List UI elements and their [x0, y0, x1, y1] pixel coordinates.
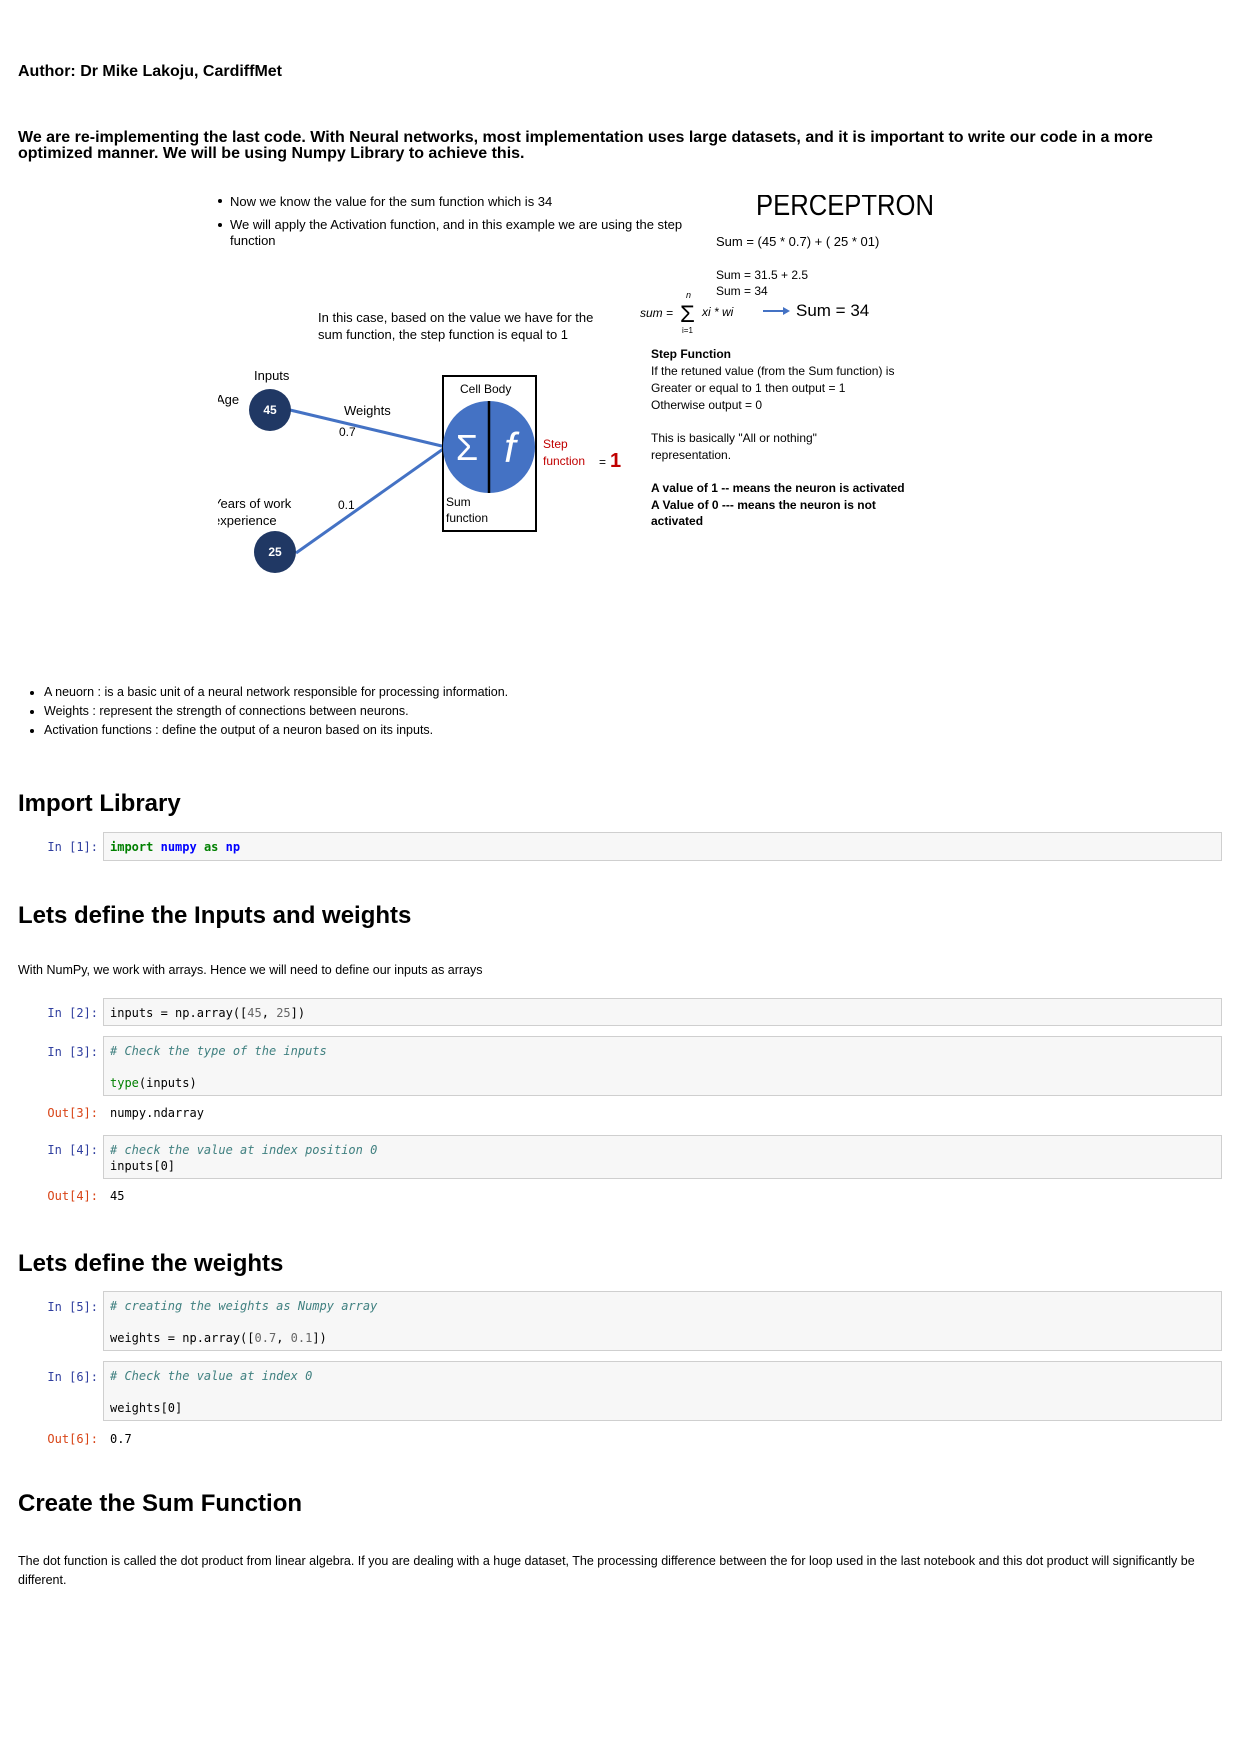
step-label-2: function	[543, 454, 585, 468]
definitions-list: A neuorn : is a basic unit of a neural n…	[18, 683, 508, 740]
heading-weights: Lets define the weights	[18, 1250, 284, 1277]
intro-paragraph: We are re-implementing the last code. Wi…	[18, 129, 1153, 162]
code-editor[interactable]: import numpy as np	[103, 832, 1222, 861]
figure-bullet-2a: We will apply the Activation function, a…	[230, 217, 682, 232]
sum-function-label-2: function	[446, 511, 488, 525]
value-1-line: A value of 1 -- means the neuron is acti…	[651, 481, 905, 495]
output-prompt: Out[6]:	[47, 1432, 98, 1446]
sum-line-2: Sum = 31.5 + 2.5	[716, 268, 808, 282]
years-label-1: Years of work	[218, 496, 292, 511]
cell-output: 45	[110, 1189, 125, 1203]
formula-top: n	[686, 290, 691, 300]
formula-sigma: Σ	[680, 301, 695, 328]
weights-label: Weights	[344, 403, 391, 418]
heading-import-library: Import Library	[18, 790, 181, 817]
weight-2: 0.1	[338, 498, 355, 512]
basic-line-1: This is basically "All or nothing"	[651, 431, 817, 445]
basic-line-2: representation.	[651, 448, 731, 462]
formula-terms: xi * wi	[701, 305, 734, 319]
list-item: A neuorn : is a basic unit of a neural n…	[44, 683, 508, 702]
value-0-line: A Value of 0 --- means the neuron is not	[651, 498, 876, 512]
sum-function-label-1: Sum	[446, 495, 471, 509]
connection-line-years	[295, 445, 447, 555]
step-function-title: Step Function	[651, 347, 731, 361]
age-label: Age	[218, 392, 239, 407]
input-prompt: In [5]:	[47, 1300, 98, 1314]
input-node-age-value: 45	[263, 403, 277, 417]
figure-bullet-2b: function	[230, 233, 276, 248]
input-prompt: In [6]:	[47, 1370, 98, 1384]
figure-bullet-dot	[218, 223, 222, 227]
sigma-icon: Σ	[456, 427, 478, 468]
input-node-years-value: 25	[268, 545, 282, 559]
heading-inputs-weights: Lets define the Inputs and weights	[18, 902, 412, 929]
cell-body-label: Cell Body	[460, 382, 511, 396]
sum-result: Sum = 34	[796, 301, 869, 320]
input-prompt: In [4]:	[47, 1143, 98, 1157]
dot-product-paragraph: The dot function is called the dot produ…	[18, 1554, 1195, 1587]
step-label-1: Step	[543, 437, 568, 451]
input-prompt: In [3]:	[47, 1045, 98, 1059]
step-line-3: Otherwise output = 0	[651, 398, 762, 412]
sum-line-3: Sum = 34	[716, 284, 768, 298]
step-line-1: If the retuned value (from the Sum funct…	[651, 364, 894, 378]
step-equals: =	[599, 455, 606, 469]
code-editor[interactable]: # check the value at index position 0 in…	[103, 1135, 1222, 1179]
cell-output: numpy.ndarray	[110, 1106, 204, 1120]
step-line-2: Greater or equal to 1 then output = 1	[651, 381, 846, 395]
inputs-label: Inputs	[254, 368, 290, 383]
case-line-2: sum function, the step function is equal…	[318, 327, 568, 342]
code-editor[interactable]: inputs = np.array([45, 25])	[103, 998, 1222, 1026]
numpy-paragraph: With NumPy, we work with arrays. Hence w…	[18, 963, 483, 977]
years-label-2: experience	[218, 513, 277, 528]
code-editor[interactable]: # creating the weights as Numpy array we…	[103, 1291, 1222, 1351]
input-prompt: In [2]:	[47, 1006, 98, 1020]
list-item: Activation functions : define the output…	[44, 721, 508, 740]
step-output-value: 1	[610, 450, 621, 472]
code-editor[interactable]: # Check the type of the inputs type(inpu…	[103, 1036, 1222, 1096]
heading-sum-function: Create the Sum Function	[18, 1490, 303, 1517]
author-line: Author: Dr Mike Lakoju, CardiffMet	[18, 63, 283, 80]
value-0-line-2: activated	[651, 514, 703, 528]
list-item: Weights : represent the strength of conn…	[44, 702, 508, 721]
case-line-1: In this case, based on the value we have…	[318, 310, 593, 325]
code-editor[interactable]: # Check the value at index 0 weights[0]	[103, 1361, 1222, 1421]
output-prompt: Out[3]:	[47, 1106, 98, 1120]
perceptron-figure: Now we know the value for the sum functi…	[218, 195, 934, 573]
input-prompt: In [1]:	[47, 840, 98, 854]
perceptron-title: PERCEPTRON	[756, 195, 934, 222]
figure-bullet-1: Now we know the value for the sum functi…	[230, 195, 552, 209]
formula-lhs: sum =	[640, 306, 673, 320]
formula-bottom: i=1	[682, 326, 693, 335]
arrow-head-icon	[783, 307, 790, 315]
figure-bullet-dot	[218, 199, 222, 203]
sum-expression: Sum = (45 * 0.7) + ( 25 * 01)	[716, 234, 879, 249]
weight-1: 0.7	[339, 425, 356, 439]
output-prompt: Out[4]:	[47, 1189, 98, 1203]
cell-output: 0.7	[110, 1432, 132, 1446]
